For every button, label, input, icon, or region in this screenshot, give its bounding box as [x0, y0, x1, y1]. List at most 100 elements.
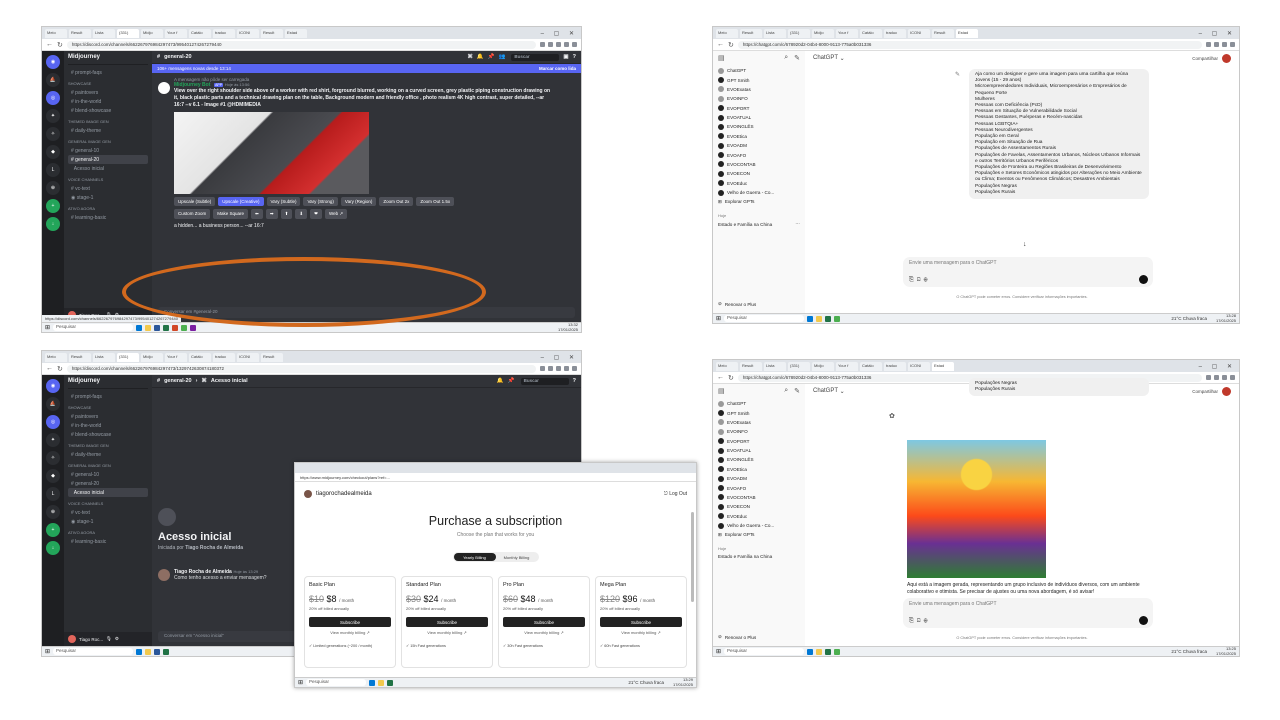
folder-icon[interactable]: [816, 648, 823, 655]
category-voice[interactable]: VOICE CHANNELS: [68, 501, 148, 506]
edge-icon[interactable]: [807, 315, 814, 322]
excel-icon[interactable]: [387, 679, 394, 686]
browser-tab[interactable]: traduc: [213, 352, 235, 362]
search-icon[interactable]: ⌕: [784, 387, 788, 395]
sidebar-item-gpt[interactable]: EVOEduc: [718, 179, 800, 188]
browser-tab[interactable]: Meio: [716, 361, 738, 371]
url-field[interactable]: https://discord.com/channels/66226797698…: [66, 364, 536, 373]
taskbar-search[interactable]: Pesquisar: [53, 648, 134, 655]
search-input[interactable]: Buscar: [520, 377, 569, 385]
folder-icon[interactable]: [378, 679, 385, 686]
help-icon[interactable]: ?: [573, 54, 576, 60]
sidebar-item-gpt[interactable]: EVOADM: [718, 474, 800, 483]
browser-tab-active[interactable]: (331): [117, 352, 139, 362]
server-icon[interactable]: L: [46, 487, 60, 501]
browser-tab[interactable]: ICONI: [908, 361, 930, 371]
window-controls[interactable]: – ▢ ✕: [1199, 30, 1236, 37]
server-icon[interactable]: ◎: [46, 91, 60, 105]
browser-tab[interactable]: (331): [788, 361, 810, 371]
category-voice[interactable]: VOICE CHANNELS: [68, 177, 148, 182]
channel-in-the-world[interactable]: # in-the-world: [68, 97, 148, 106]
download-icon[interactable]: ↓: [46, 217, 60, 231]
server-icon[interactable]: ⊕: [46, 505, 60, 519]
browser-tab[interactable]: Meio: [45, 28, 67, 38]
browser-tab[interactable]: Result: [69, 352, 91, 362]
generated-image[interactable]: [174, 112, 369, 194]
category-themed[interactable]: THEMED IMAGE GEN: [68, 443, 148, 448]
server-icon[interactable]: ⛵: [46, 397, 60, 411]
word-icon[interactable]: [154, 324, 161, 331]
channel-learning-basic[interactable]: # learning-basic: [68, 537, 148, 546]
browser-tab[interactable]: Meio: [45, 352, 67, 362]
message-input[interactable]: Envie uma mensagem para o ChatGPT ⎘⊡⊕: [903, 257, 1153, 287]
mic-icon[interactable]: 🎙: [106, 636, 112, 642]
onenote-icon[interactable]: [190, 324, 197, 331]
server-icon[interactable]: ✧: [46, 127, 60, 141]
billing-toggle[interactable]: Yearly Billing Monthly Billing: [452, 552, 539, 562]
word-icon[interactable]: [154, 648, 161, 655]
url-field[interactable]: https://www.midjourney.com/checkout/plan…: [295, 473, 696, 482]
search-input[interactable]: Buscar: [511, 53, 560, 61]
windows-start-icon[interactable]: ⊞: [716, 648, 721, 655]
chrome-icon[interactable]: [834, 315, 841, 322]
edge-icon[interactable]: [369, 679, 376, 686]
browser-tab[interactable]: traduc: [213, 28, 235, 38]
more-icon[interactable]: ⋯: [795, 221, 800, 227]
bell-icon[interactable]: 🔔: [477, 54, 484, 60]
channel-daily-theme[interactable]: # daily-theme: [68, 126, 148, 135]
server-icon[interactable]: ◆: [46, 145, 60, 159]
channel-prompt-faqs[interactable]: # prompt-faqs: [68, 68, 148, 77]
add-server-icon[interactable]: +: [46, 199, 60, 213]
taskbar-search[interactable]: Pesquisar: [53, 324, 134, 331]
channel-stage-1[interactable]: ◉ stage-1: [68, 193, 148, 202]
sidebar-item-gpt[interactable]: EVOAFO: [718, 150, 800, 159]
url-field[interactable]: https://discord.com/channels/66226797698…: [66, 40, 536, 49]
reload-icon[interactable]: ↻: [728, 374, 734, 382]
url-field[interactable]: https://chatgpt.com/c/678920d2-04b4-8000…: [737, 40, 1202, 49]
browser-tab[interactable]: ICONI: [908, 28, 930, 38]
extension-icons[interactable]: [540, 42, 577, 47]
scrollbar[interactable]: [691, 512, 694, 602]
sidebar-item-gpt[interactable]: EVOATUAL: [718, 446, 800, 455]
category-general[interactable]: GENERAL IMAGE GEN: [68, 463, 148, 468]
inbox-icon[interactable]: ▣: [563, 54, 568, 60]
yearly-billing-option[interactable]: Yearly Billing: [453, 553, 496, 561]
channel-blend-showcase[interactable]: # blend-showcase: [68, 430, 148, 439]
zoom-out-2x-button[interactable]: Zoom Out 2x: [379, 197, 414, 206]
category-themed[interactable]: THEMED IMAGE GEN: [68, 119, 148, 124]
renew-plus-button[interactable]: ⊘ Renovar o Plus: [718, 300, 756, 309]
powerpoint-icon[interactable]: [172, 324, 179, 331]
browser-tab[interactable]: ICONI: [237, 28, 259, 38]
browser-tab[interactable]: Result: [69, 28, 91, 38]
sidebar-item-gpt[interactable]: Velho de Guerra - Co...: [718, 188, 800, 197]
discord-home-icon[interactable]: ◉: [46, 379, 60, 393]
pan-left-button[interactable]: ⬅: [251, 209, 263, 219]
thread-acesso-inicial[interactable]: Acesso inicial: [68, 488, 148, 497]
windows-start-icon[interactable]: ⊞: [716, 315, 721, 322]
sidebar-item-gpt[interactable]: EVOINGLÊS: [718, 455, 800, 464]
view-monthly-link[interactable]: View monthly billing ↗: [406, 630, 488, 635]
sidebar-item-gpt[interactable]: EVOCONTAB: [718, 493, 800, 502]
search-icon[interactable]: ⌕: [784, 54, 788, 62]
upscale-creative-button[interactable]: Upscale (Creative): [218, 197, 264, 206]
sidebar-item-gpt[interactable]: EVOEtica: [718, 132, 800, 141]
reload-icon[interactable]: ↻: [57, 41, 63, 49]
browser-tab[interactable]: Lista: [93, 352, 115, 362]
pin-icon[interactable]: 📌: [488, 54, 495, 60]
channel-general-20[interactable]: # general-20: [68, 155, 148, 164]
subscribe-button[interactable]: Subscribe: [406, 617, 488, 627]
new-chat-icon[interactable]: ✎: [794, 387, 800, 395]
browser-tab[interactable]: Result: [261, 28, 283, 38]
category-general[interactable]: GENERAL IMAGE GEN: [68, 139, 148, 144]
server-icon[interactable]: ✦: [46, 109, 60, 123]
browser-tab-active[interactable]: Estad: [956, 28, 978, 38]
extension-icons[interactable]: [1206, 375, 1235, 380]
sidebar-item-gpt[interactable]: EVOINGLÊS: [718, 122, 800, 131]
view-monthly-link[interactable]: View monthly billing ↗: [309, 630, 391, 635]
bell-icon[interactable]: 🔔: [497, 378, 504, 384]
window-controls[interactable]: – ▢ ✕: [541, 30, 578, 37]
extension-icons[interactable]: [1206, 42, 1235, 47]
view-monthly-link[interactable]: View monthly billing ↗: [503, 630, 585, 635]
sidebar-item-gpt[interactable]: EVOEtica: [718, 465, 800, 474]
browser-tab[interactable]: ICONI: [237, 352, 259, 362]
